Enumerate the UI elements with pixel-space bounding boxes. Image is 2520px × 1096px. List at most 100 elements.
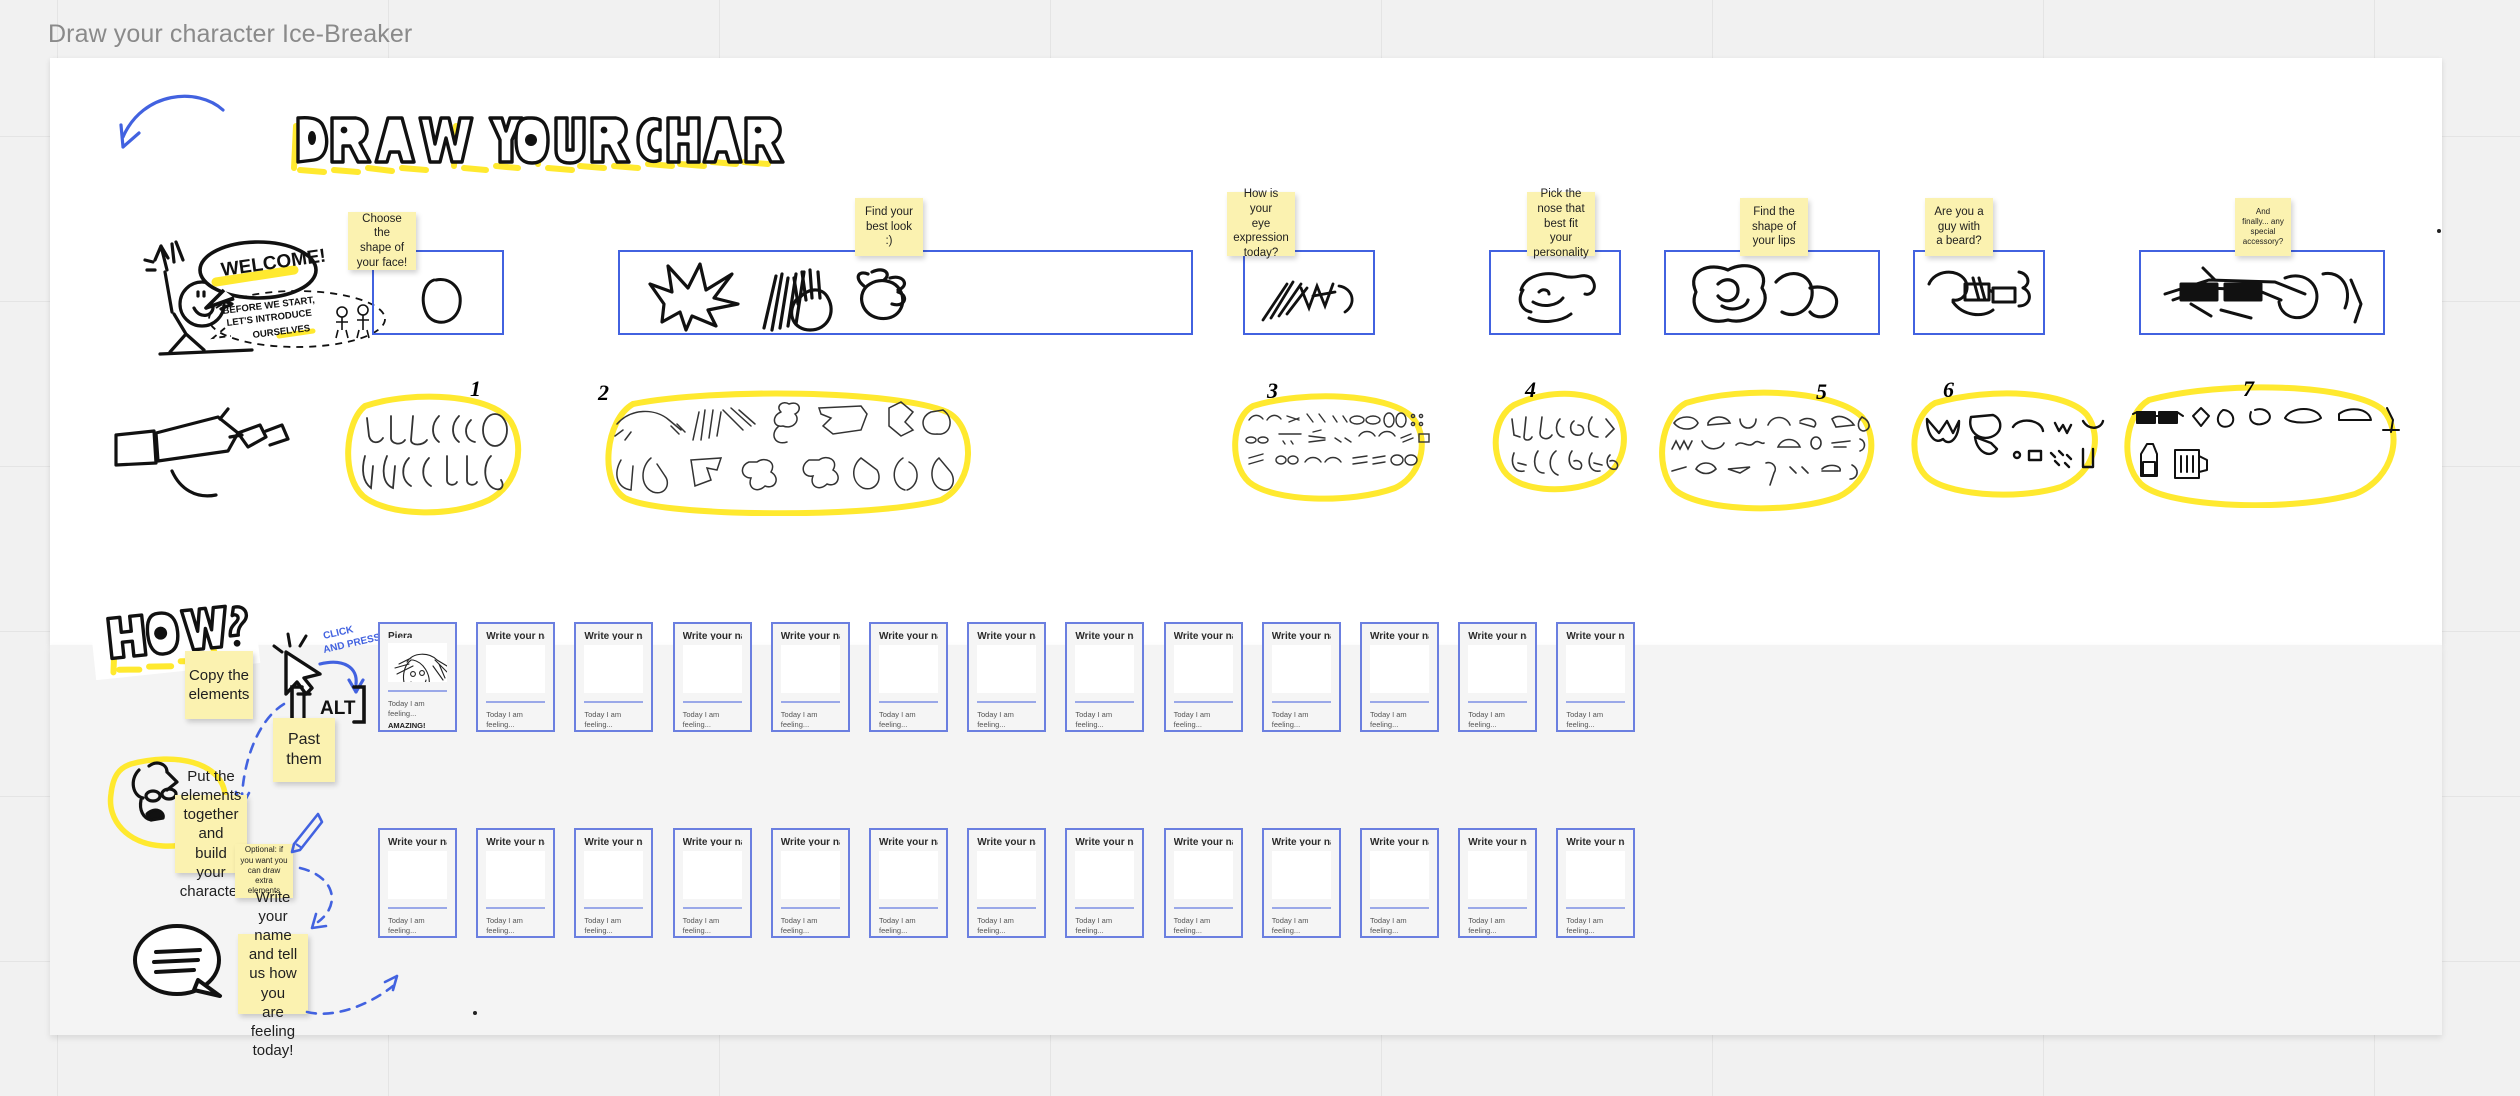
participant-card[interactable]: Write your name here Today I am feeling..…: [1360, 828, 1439, 938]
example-box-step-6[interactable]: [1913, 250, 2045, 335]
example-box-step-7[interactable]: [2139, 250, 2385, 335]
participant-card[interactable]: Write your name here Today I am feeling..…: [967, 828, 1047, 938]
sticky-note-step-1[interactable]: Choose the shape of your face!: [348, 212, 416, 270]
participant-card[interactable]: Write your name here Today I am feeling..…: [770, 828, 850, 938]
selection-handle-dot-right[interactable]: [2437, 229, 2441, 233]
participant-name-field[interactable]: Write your name here: [977, 631, 1036, 640]
participant-drawing-area[interactable]: [1370, 850, 1429, 900]
participant-card[interactable]: Write your name here Today I am feeling..…: [1065, 828, 1145, 938]
participant-name-field[interactable]: Write your name here: [683, 837, 742, 846]
participant-drawing-area[interactable]: [1566, 644, 1626, 694]
participant-card[interactable]: Write your name here Today I am feeling..…: [1458, 622, 1538, 732]
participant-card[interactable]: Write your name here Today I am feeling..…: [1163, 622, 1243, 732]
participant-name-field[interactable]: Write your name here: [879, 631, 938, 640]
participant-drawing-area[interactable]: [682, 850, 742, 900]
sticky-note-step-7[interactable]: And finally... any special accessory?: [2235, 198, 2291, 256]
sticky-note-copy-elements[interactable]: Copy the elements: [185, 651, 253, 719]
participant-drawing-area[interactable]: [1173, 850, 1233, 900]
element-group-6[interactable]: 6: [1905, 377, 2105, 501]
participant-drawing-area[interactable]: [486, 644, 546, 694]
participant-name-field[interactable]: Write your name here: [781, 837, 840, 846]
participant-card[interactable]: Write your name here Today I am feeling..…: [672, 828, 752, 938]
participant-name-field[interactable]: Write your name here: [1468, 837, 1527, 846]
participant-name-field[interactable]: Write your name here: [1272, 631, 1331, 640]
participant-name-field[interactable]: Write your name here: [584, 837, 643, 846]
participant-card[interactable]: Write your name here Today I am feeling..…: [574, 828, 654, 938]
sticky-note-step-6[interactable]: Are you a guy with a beard?: [1925, 198, 1993, 256]
participant-card[interactable]: Write your name here Today I am feeling..…: [869, 622, 948, 732]
participant-drawing-area[interactable]: [1075, 850, 1135, 900]
participant-drawing-area[interactable]: [1271, 644, 1331, 694]
participant-name-field[interactable]: Write your name here: [584, 631, 643, 640]
element-group-3[interactable]: 3: [1225, 378, 1430, 506]
participant-drawing-area[interactable]: [780, 644, 840, 694]
example-box-step-4[interactable]: [1489, 250, 1621, 335]
participant-drawing-area[interactable]: [1075, 644, 1135, 694]
participant-drawing-area[interactable]: [1468, 850, 1528, 900]
participant-drawing-area[interactable]: [977, 850, 1037, 900]
participant-card[interactable]: Write your name here Today I am feeling..…: [476, 828, 556, 938]
participant-drawing-area[interactable]: [584, 644, 644, 694]
participant-drawing-area[interactable]: [388, 643, 447, 683]
sticky-note-step-2[interactable]: Find your best look :): [855, 198, 923, 256]
participant-drawing-area[interactable]: [388, 850, 447, 900]
participant-drawing-area[interactable]: [977, 644, 1037, 694]
participant-name-field[interactable]: Write your name here: [1566, 837, 1625, 846]
participant-card[interactable]: Write your name here Today I am feeling..…: [869, 828, 948, 938]
participant-drawing-area[interactable]: [780, 850, 840, 900]
example-box-step-2[interactable]: [618, 250, 1193, 335]
participant-drawing-area[interactable]: [1370, 644, 1429, 694]
example-box-step-5[interactable]: [1664, 250, 1880, 335]
participant-name-field[interactable]: Write your name here: [1174, 631, 1233, 640]
participant-name-field[interactable]: Write your name here: [388, 837, 447, 846]
participant-card[interactable]: Write your name here Today I am feeling..…: [770, 622, 850, 732]
participant-name-field[interactable]: Write your name here: [486, 837, 545, 846]
participant-name-field[interactable]: Write your name here: [1370, 631, 1429, 640]
participant-drawing-area[interactable]: [879, 850, 938, 900]
participant-drawing-area[interactable]: [1468, 644, 1528, 694]
sticky-note-write-name[interactable]: Write your name and tell us how you are …: [238, 889, 308, 1059]
element-group-1[interactable]: 1: [343, 376, 523, 516]
participant-name-field[interactable]: Write your name here: [1566, 631, 1625, 640]
participant-card[interactable]: Write your name here Today I am feeling..…: [1556, 828, 1636, 938]
participant-card[interactable]: Write your name here Today I am feeling..…: [574, 622, 654, 732]
participant-card[interactable]: Write your name here Today I am feeling..…: [672, 622, 752, 732]
participant-card[interactable]: Write your name here Today I am feeling..…: [1065, 622, 1145, 732]
participant-card[interactable]: Write your name here Today I am feeling..…: [1261, 622, 1341, 732]
whiteboard-canvas[interactable]: Draw your character Ice-Breaker WELCOME!…: [0, 0, 2520, 1096]
selection-handle-dot-lower[interactable]: [473, 1011, 477, 1015]
participant-name-field[interactable]: Write your name here: [1075, 837, 1134, 846]
sticky-note-paste-them[interactable]: Past them: [273, 718, 335, 782]
participant-name-field[interactable]: Write your name here: [977, 837, 1036, 846]
participant-card[interactable]: Write your name here Today I am feeling..…: [1163, 828, 1243, 938]
participant-name-field[interactable]: Write your name here: [1370, 837, 1429, 846]
participant-card[interactable]: Write your name here Today I am feeling..…: [378, 828, 457, 938]
participant-card[interactable]: Write your name here Today I am feeling..…: [1261, 828, 1341, 938]
participant-card[interactable]: Write your name here Today I am feeling..…: [1556, 622, 1636, 732]
element-group-7[interactable]: 7: [2115, 376, 2405, 509]
example-box-step-3[interactable]: [1243, 250, 1375, 335]
participant-card[interactable]: Write your name here Today I am feeling..…: [967, 622, 1047, 732]
participant-card[interactable]: Write your name here Today I am feeling..…: [476, 622, 556, 732]
sticky-note-step-4[interactable]: Pick the nose that best fit your persona…: [1527, 188, 1595, 259]
sticky-note-step-3[interactable]: How is your eye expression today?: [1227, 188, 1295, 259]
participant-name-field[interactable]: Write your name here: [781, 631, 840, 640]
participant-name-field[interactable]: Write your name here: [1272, 837, 1331, 846]
participant-card[interactable]: Write your name here Today I am feeling..…: [1360, 622, 1439, 732]
participant-name-field[interactable]: Write your name here: [1075, 631, 1134, 640]
participant-drawing-area[interactable]: [486, 850, 546, 900]
participant-name-field[interactable]: Write your name here: [1174, 837, 1233, 846]
participant-name-field[interactable]: Write your name here: [879, 837, 938, 846]
element-group-2[interactable]: 2: [595, 380, 980, 517]
participant-drawing-area[interactable]: [1271, 850, 1331, 900]
participant-name-field[interactable]: Write your name here: [1468, 631, 1527, 640]
participant-drawing-area[interactable]: [584, 850, 644, 900]
element-group-5[interactable]: 5: [1654, 379, 1882, 513]
participant-card[interactable]: Write your name here Today I am feeling..…: [1458, 828, 1538, 938]
participant-name-field[interactable]: Piera: [388, 631, 447, 638]
sticky-note-step-5[interactable]: Find the shape of your lips: [1740, 198, 1808, 256]
participant-name-field[interactable]: Write your name here: [486, 631, 545, 640]
participant-drawing-area[interactable]: [682, 644, 742, 694]
participant-name-field[interactable]: Write your name here: [683, 631, 742, 640]
element-group-4[interactable]: 4: [1490, 377, 1630, 498]
